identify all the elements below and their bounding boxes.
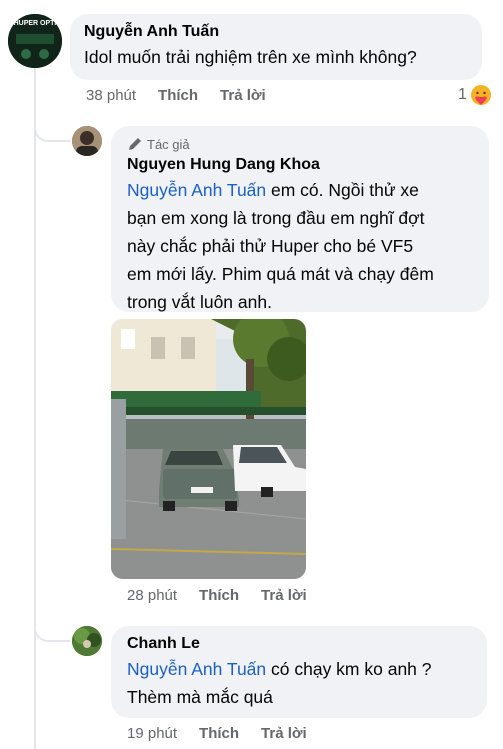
comment-actions: 38 phút Thích Trả lời <box>86 87 288 104</box>
author-badge: Tác giả <box>127 136 473 152</box>
like-button[interactable]: Thích <box>199 725 239 742</box>
comment-photo[interactable] <box>111 319 306 579</box>
comment-bubble: Nguyễn Anh Tuấn Idol muốn trải nghiệm tr… <box>70 14 482 80</box>
comment-actions: 28 phút Thích Trả lời <box>127 587 329 604</box>
like-button[interactable]: Thích <box>199 587 239 604</box>
thread-line-branch-2 <box>34 620 70 642</box>
comment-timestamp[interactable]: 38 phút <box>86 87 136 104</box>
reaction-summary[interactable]: 1 <box>458 84 492 106</box>
comment-text-line: có chạy km ko anh ? <box>266 659 432 679</box>
reply-button[interactable]: Trả lời <box>220 87 266 104</box>
comment-text: Nguyễn Anh Tuấn có chạy km ko anh ? Thèm… <box>127 655 471 711</box>
author-badge-label: Tác giả <box>147 136 190 152</box>
avatar[interactable]: HUPER OPTI <box>8 14 62 68</box>
avatar-photo-icon <box>72 626 102 656</box>
comment-text-line: em có. Ngồi thử xe <box>266 180 419 200</box>
thread-line-branch-1 <box>34 120 70 142</box>
reply-button[interactable]: Trả lời <box>261 587 307 604</box>
comment-author[interactable]: Nguyễn Anh Tuấn <box>84 23 468 41</box>
comment-actions: 19 phút Thích Trả lời <box>127 725 329 742</box>
comment-text-line: trong vắt luôn anh. <box>127 292 272 312</box>
avatar[interactable] <box>72 626 102 656</box>
mention-link[interactable]: Nguyễn Anh Tuấn <box>127 180 266 200</box>
comment-author[interactable]: Chanh Le <box>127 635 471 653</box>
comment-bubble: Chanh Le Nguyễn Anh Tuấn có chạy km ko a… <box>111 626 487 718</box>
comment-text-line: này chắc phải thử Huper cho bé VF5 <box>127 236 414 256</box>
avatar-photo-icon <box>72 126 102 156</box>
comment-text-line: em mới lấy. Phim quá mát và chạy đêm <box>127 264 434 284</box>
reaction-count: 1 <box>458 86 467 103</box>
comment-text-line: bạn em xong là trong đầu em nghĩ đợt <box>127 208 425 228</box>
reply-button[interactable]: Trả lời <box>261 725 307 742</box>
avatar-label: HUPER OPTI <box>13 20 57 27</box>
thread-line-vertical <box>34 68 36 749</box>
comment-text: Idol muốn trải nghiệm trên xe mình không… <box>84 47 417 67</box>
mention-link[interactable]: Nguyễn Anh Tuấn <box>127 659 266 679</box>
comment-bubble: Tác giả Nguyen Hung Dang Khoa Nguyễn Anh… <box>111 126 489 312</box>
comment-timestamp[interactable]: 19 phút <box>127 725 177 742</box>
avatar[interactable] <box>72 126 102 156</box>
comment-timestamp[interactable]: 28 phút <box>127 587 177 604</box>
comment-author[interactable]: Nguyen Hung Dang Khoa <box>127 156 473 174</box>
comment-text: Nguyễn Anh Tuấn em có. Ngồi thử xe bạn e… <box>127 176 473 316</box>
like-button[interactable]: Thích <box>158 87 198 104</box>
comment-text-line: Thèm mà mắc quá <box>127 687 273 707</box>
pencil-icon <box>127 136 143 152</box>
parked-car-photo-icon <box>111 319 306 579</box>
care-reaction-icon <box>470 84 492 106</box>
